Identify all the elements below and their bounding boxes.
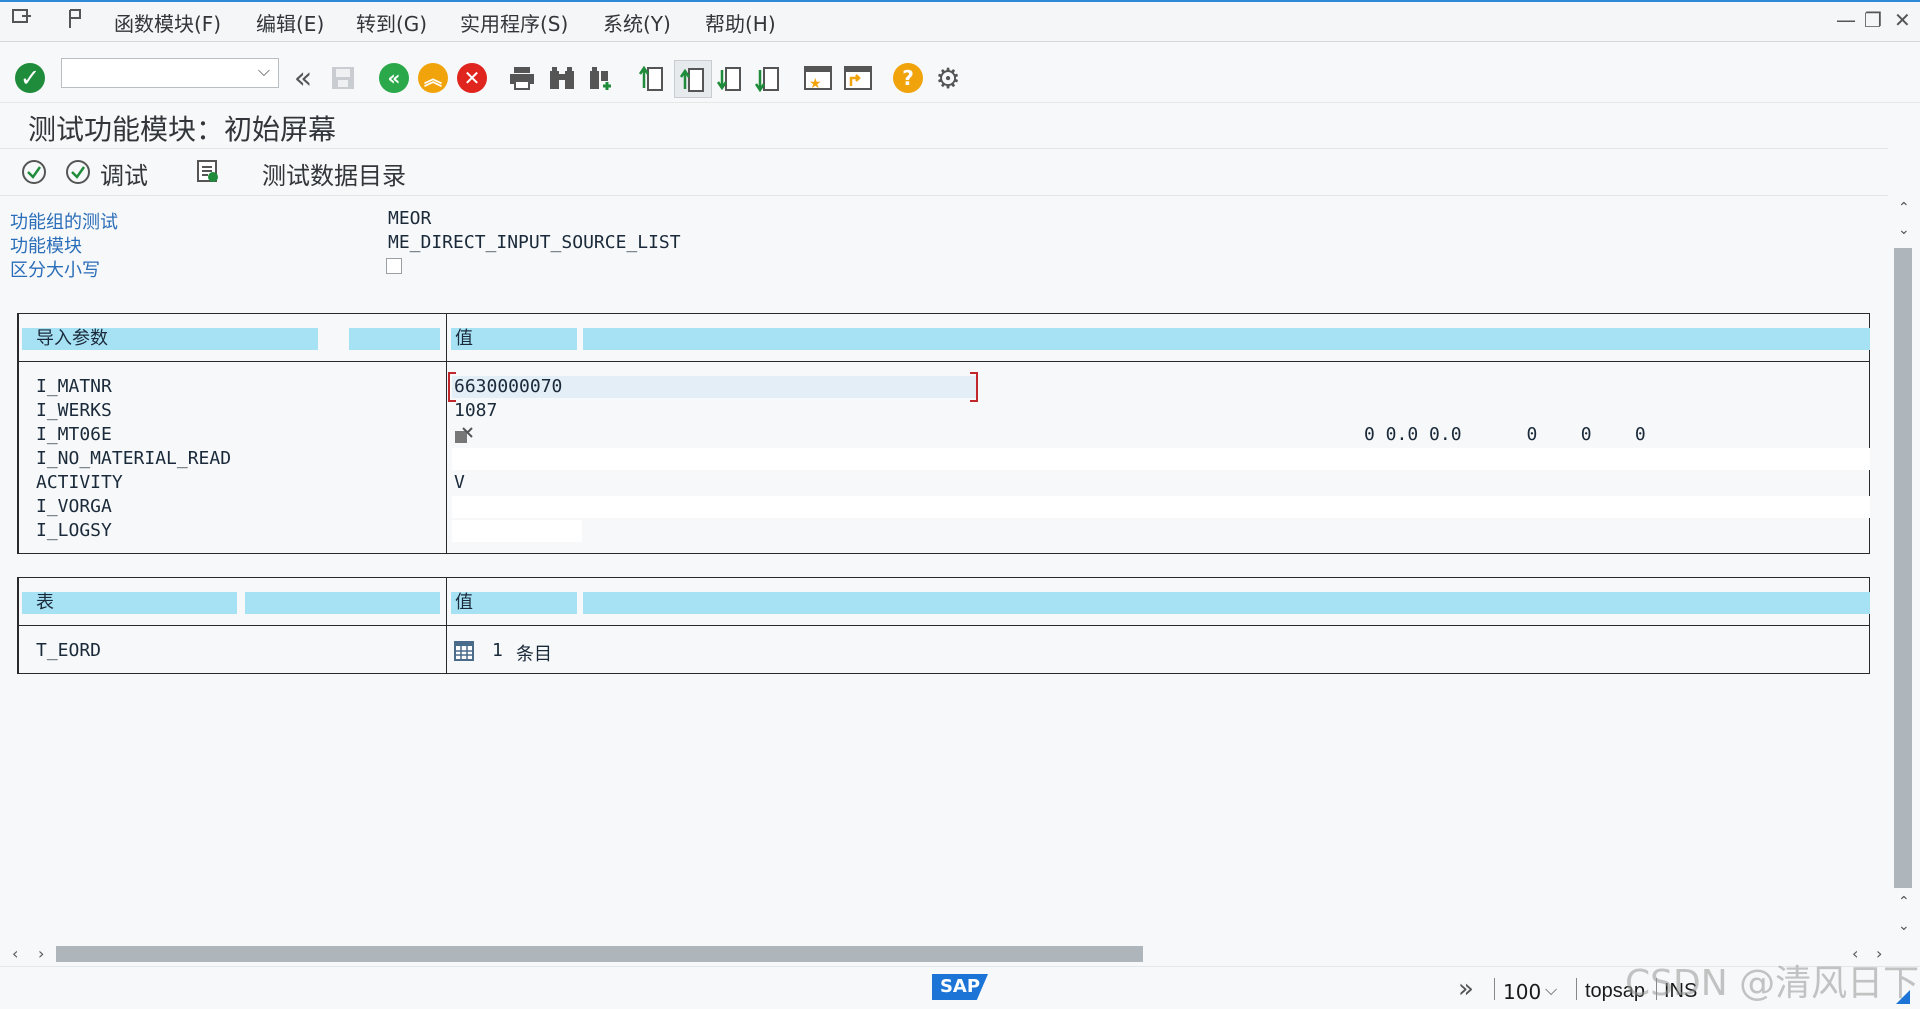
value-input-i-vorga[interactable] bbox=[452, 496, 1870, 518]
i-mt06e-structure-values: 0 0.0 0.0 0 0 0 bbox=[1364, 424, 1646, 445]
value-input-i-no-material-read[interactable] bbox=[452, 448, 1870, 470]
create-session-icon[interactable]: ★ bbox=[802, 62, 834, 94]
function-group-value[interactable]: MEOR bbox=[388, 208, 431, 229]
exit-icon[interactable]: ︽ bbox=[418, 63, 448, 93]
structure-edit-icon[interactable] bbox=[454, 426, 474, 446]
param-name: I_NO_MATERIAL_READ bbox=[36, 448, 232, 469]
param-name: ACTIVITY bbox=[36, 472, 123, 493]
status-separator bbox=[1576, 978, 1577, 1000]
minimize-button[interactable]: — bbox=[1836, 8, 1856, 32]
header-import-param: 导入参数 bbox=[22, 328, 318, 350]
header-value: 值 bbox=[451, 328, 577, 350]
header-table: 表 bbox=[22, 592, 237, 614]
param-name: I_MT06E bbox=[36, 424, 112, 445]
focus-bracket-right bbox=[970, 372, 978, 402]
find-next-icon[interactable] bbox=[586, 62, 618, 94]
header-value-fill bbox=[583, 592, 1870, 614]
case-sensitive-label: 区分大小写 bbox=[10, 260, 100, 281]
restore-button[interactable]: ❐ bbox=[1864, 8, 1882, 32]
watermark: CSDN @清风日下 bbox=[1625, 963, 1920, 1004]
case-sensitive-checkbox[interactable] bbox=[386, 258, 402, 274]
table-entry-unit: 条目 bbox=[516, 644, 552, 665]
function-module-label: 功能模块 bbox=[10, 236, 82, 257]
close-window-button[interactable]: ✕ bbox=[1894, 8, 1911, 32]
value-input-activity[interactable]: V bbox=[454, 472, 465, 493]
table-entry-count: 1 bbox=[492, 640, 503, 661]
scroll-down-small-icon[interactable]: ⌄ bbox=[1898, 222, 1910, 238]
command-field[interactable]: ⌵ bbox=[61, 58, 279, 88]
first-page-icon[interactable] bbox=[636, 62, 668, 94]
function-module-value[interactable]: ME_DIRECT_INPUT_SOURCE_LIST bbox=[388, 232, 681, 253]
param-name: I_VORGA bbox=[36, 496, 112, 517]
header-spacer bbox=[245, 592, 440, 614]
menu-system[interactable]: 系统(Y) bbox=[603, 8, 671, 37]
menu-goto[interactable]: 转到(G) bbox=[356, 8, 427, 37]
scroll-right-icon[interactable]: › bbox=[38, 944, 44, 963]
header-divider bbox=[17, 361, 1870, 362]
param-name: I_WERKS bbox=[36, 400, 112, 421]
debug-icon[interactable] bbox=[64, 158, 92, 186]
menu-edit[interactable]: 编辑(E) bbox=[256, 8, 324, 37]
menu-function-module[interactable]: 函数模块(F) bbox=[114, 8, 221, 37]
scroll-up-bottom-icon[interactable]: ⌃ bbox=[1898, 894, 1910, 910]
header-divider bbox=[17, 625, 1870, 626]
test-data-directory-button[interactable]: 测试数据目录 bbox=[262, 156, 406, 191]
table-name: T_EORD bbox=[36, 640, 102, 661]
enter-checkmark-icon[interactable]: ✓ bbox=[15, 63, 45, 93]
execute-icon[interactable] bbox=[20, 158, 48, 186]
scroll-left-icon[interactable]: ‹ bbox=[12, 944, 18, 963]
chevron-down-icon[interactable]: ⌵ bbox=[258, 61, 270, 81]
save-icon[interactable] bbox=[327, 62, 359, 94]
column-divider bbox=[446, 313, 447, 554]
table-grid-icon[interactable] bbox=[454, 641, 474, 661]
settings-gear-icon[interactable]: ⚙ bbox=[932, 62, 964, 95]
function-group-label: 功能组的测试 bbox=[10, 212, 118, 233]
shortcut-icon[interactable] bbox=[842, 62, 874, 94]
horizontal-scroll-thumb[interactable] bbox=[56, 946, 1143, 962]
previous-page-icon[interactable] bbox=[674, 60, 712, 98]
find-icon[interactable] bbox=[546, 62, 578, 94]
last-page-icon[interactable] bbox=[752, 62, 784, 94]
menu-utilities[interactable]: 实用程序(S) bbox=[460, 8, 568, 37]
value-input-i-logsy[interactable] bbox=[452, 520, 582, 542]
next-page-icon[interactable] bbox=[714, 62, 746, 94]
focus-bracket-left bbox=[448, 372, 456, 402]
resize-corner-icon[interactable] bbox=[1896, 990, 1910, 1004]
cancel-icon[interactable]: ✕ bbox=[457, 63, 487, 93]
test-data-directory-icon[interactable] bbox=[194, 158, 222, 186]
double-chevron-left-icon[interactable]: « bbox=[287, 61, 319, 96]
header-spacer bbox=[349, 328, 440, 350]
param-name: I_LOGSY bbox=[36, 520, 112, 541]
menu-icon[interactable] bbox=[12, 8, 32, 26]
param-name: I_MATNR bbox=[36, 376, 112, 397]
status-expand-icon[interactable]: » bbox=[1458, 974, 1474, 1004]
scroll-up-icon[interactable]: ⌃ bbox=[1898, 200, 1910, 216]
svg-text:★: ★ bbox=[809, 76, 822, 92]
scroll-down-icon[interactable]: ⌄ bbox=[1898, 918, 1910, 934]
print-icon[interactable] bbox=[506, 62, 538, 94]
page-title: 测试功能模块：初始屏幕 bbox=[28, 113, 337, 146]
debug-button[interactable]: 调试 bbox=[100, 156, 148, 191]
value-input-i-matnr[interactable]: 6630000070 bbox=[452, 376, 976, 398]
back-icon[interactable]: « bbox=[379, 63, 409, 93]
vertical-scroll-thumb[interactable] bbox=[1894, 248, 1912, 888]
client-number: 100 bbox=[1503, 980, 1542, 1004]
customize-layout-icon[interactable] bbox=[66, 8, 88, 30]
client-dropdown-icon[interactable]: ⌵ bbox=[1545, 980, 1557, 1000]
status-separator bbox=[1494, 978, 1495, 1000]
menu-help[interactable]: 帮助(H) bbox=[705, 8, 776, 37]
header-value-fill bbox=[583, 328, 1870, 350]
value-input-i-werks[interactable]: 1087 bbox=[454, 400, 497, 421]
header-value: 值 bbox=[451, 592, 577, 614]
help-icon[interactable]: ? bbox=[893, 63, 923, 93]
